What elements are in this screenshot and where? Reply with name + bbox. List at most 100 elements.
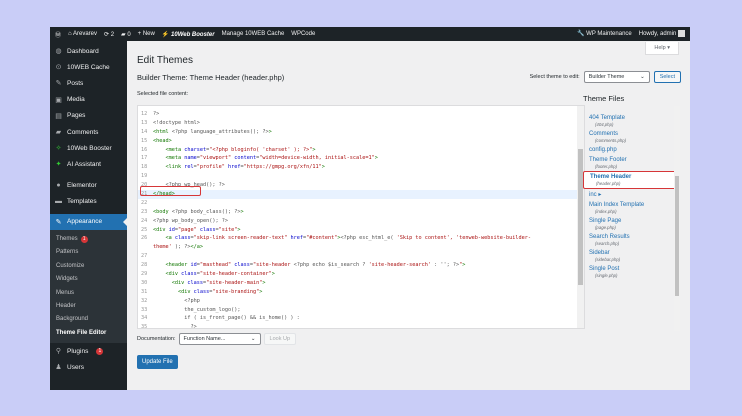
sidebar-item-media[interactable]: ▣Media xyxy=(50,92,127,108)
look-up-button[interactable]: Look Up xyxy=(264,333,297,345)
theme-file-label: 404 Template xyxy=(589,115,674,121)
submenu-theme-file-editor[interactable]: Theme File Editor xyxy=(50,327,127,340)
10web-cache-icon: ⊙ xyxy=(55,63,62,71)
theme-file-item[interactable]: Main Index Template(index.php) xyxy=(583,200,680,216)
theme-file-name: (sidebar.php) xyxy=(589,257,674,262)
theme-file-item[interactable]: Theme Footer(footer.php) xyxy=(583,155,680,171)
sidebar-item-ai-assistant[interactable]: ✦AI Assistant xyxy=(50,156,127,172)
line-number: 27 xyxy=(141,252,153,261)
code-line: 21</head> xyxy=(138,190,584,199)
code-token: 'site-header-search' xyxy=(369,262,431,268)
help-button[interactable]: Help ▾ xyxy=(645,42,679,55)
sidebar-item-pages[interactable]: ▤Pages xyxy=(50,108,127,124)
line-number: 16 xyxy=(141,146,153,155)
wordpress-logo-icon[interactable]: Ⓦ xyxy=(55,30,61,39)
sidebar-item-label: Users xyxy=(67,364,84,371)
files-scrollbar[interactable] xyxy=(674,106,680,331)
sidebar-item-templates[interactable]: ▬Templates xyxy=(50,194,127,210)
select-button[interactable]: Select xyxy=(654,71,681,83)
code-token: <?php language_attributes(); ?> xyxy=(172,129,269,135)
submenu-widgets[interactable]: Widgets xyxy=(50,273,127,286)
cache-link[interactable]: Manage 10WEB Cache xyxy=(222,31,285,37)
function-name-select[interactable]: Function Name...⌄ xyxy=(179,333,261,345)
code-line: 26 <a class="skip-link screen-reader-tex… xyxy=(138,234,584,243)
booster-link[interactable]: ⚡ 10Web Booster xyxy=(162,31,215,38)
site-name-link[interactable]: ⌂ Arevarev xyxy=(68,31,97,37)
elementor-icon: ● xyxy=(55,182,62,189)
line-number: 33 xyxy=(141,306,153,315)
sidebar-item-posts[interactable]: ✎Posts xyxy=(50,75,127,91)
page-title: Edit Themes xyxy=(137,55,193,66)
ai-assistant-icon: ✦ xyxy=(55,160,62,168)
theme-file-item[interactable]: inc ▸ xyxy=(583,189,680,200)
line-number: 23 xyxy=(141,208,153,217)
code-line: 29 <div class="site-header-container"> xyxy=(138,270,584,279)
code-token: "site" xyxy=(219,227,238,233)
submenu-customize[interactable]: Customize xyxy=(50,260,127,273)
theme-file-label: Search Results xyxy=(589,234,674,240)
maintenance-link[interactable]: 🔧 WP Maintenance xyxy=(577,30,632,37)
code-token: "viewport" xyxy=(200,155,234,161)
code-line: 35 ?> xyxy=(138,323,584,329)
sidebar-item-comments[interactable]: ▰Comments xyxy=(50,124,127,140)
theme-file-item[interactable]: Theme Header(header.php) xyxy=(583,171,680,189)
theme-file-name: (search.php) xyxy=(589,241,674,246)
theme-file-item[interactable]: config.php xyxy=(583,145,680,155)
sidebar-item-plugins[interactable]: ⚲Plugins1 xyxy=(50,343,127,359)
scrollbar-thumb[interactable] xyxy=(675,176,679,296)
howdy-label: Howdy, admin xyxy=(639,32,677,38)
line-number: 14 xyxy=(141,128,153,137)
code-line: 22 xyxy=(138,199,584,208)
maintenance-label: WP Maintenance xyxy=(586,31,632,37)
comments-link[interactable]: ▰ 0 xyxy=(121,31,131,38)
theme-file-item[interactable]: Single Post(single.php) xyxy=(583,264,680,280)
theme-file-item[interactable]: Search Results(search.php) xyxy=(583,232,680,248)
update-file-button[interactable]: Update File xyxy=(137,355,178,369)
line-number: 32 xyxy=(141,297,153,306)
comments-icon: ▰ xyxy=(55,128,62,136)
theme-select[interactable]: Builder Theme⌄ xyxy=(584,71,650,83)
theme-file-item[interactable]: Single Page(page.php) xyxy=(583,216,680,232)
sidebar-item-10web-cache[interactable]: ⊙10WEB Cache xyxy=(50,59,127,75)
theme-file-item[interactable]: 404 Template(404.php) xyxy=(583,113,680,129)
account-link[interactable]: Howdy, admin xyxy=(639,30,685,37)
sidebar-item-appearance[interactable]: ✎Appearance xyxy=(50,214,127,230)
code-token: <?php esc_html_e( xyxy=(340,235,396,241)
highlight-box xyxy=(140,186,201,196)
submenu-menus[interactable]: Menus xyxy=(50,287,127,300)
code-token: ?> xyxy=(153,111,159,117)
select-theme-label: Select theme to edit: xyxy=(530,74,580,80)
wpcode-link[interactable]: WPCode xyxy=(291,31,315,37)
code-token: class xyxy=(234,262,250,268)
submenu-header[interactable]: Header xyxy=(50,300,127,313)
submenu-patterns[interactable]: Patterns xyxy=(50,246,127,259)
code-token: "#content" xyxy=(306,235,337,241)
code-editor[interactable]: 12?>13<!doctype html>14<html <?php langu… xyxy=(137,105,585,329)
submenu-background[interactable]: Background xyxy=(50,313,127,326)
sidebar-item-dashboard[interactable]: ◍Dashboard xyxy=(50,43,127,59)
code-token xyxy=(153,164,166,170)
theme-file-label: Theme Header xyxy=(590,174,673,180)
sidebar-item-10web-booster[interactable]: ✧10Web Booster xyxy=(50,140,127,156)
submenu-themes[interactable]: Themes1 xyxy=(50,233,127,246)
code-token: <html xyxy=(153,129,172,135)
code-token xyxy=(153,147,166,153)
code-token: <?php xyxy=(153,298,200,304)
sidebar-item-elementor[interactable]: ●Elementor xyxy=(50,178,127,194)
comments-count: 0 xyxy=(127,32,130,38)
sidebar-item-label: Appearance xyxy=(67,218,102,225)
new-link[interactable]: + New xyxy=(138,31,155,37)
code-line: 32 <?php xyxy=(138,297,584,306)
code-token: > xyxy=(259,289,262,295)
code-token: content xyxy=(234,155,256,161)
sidebar-item-users[interactable]: ♟Users xyxy=(50,359,127,375)
theme-file-name: (404.php) xyxy=(589,122,674,127)
theme-file-name: (header.php) xyxy=(590,181,673,186)
updates-link[interactable]: ⟳ 2 xyxy=(104,31,114,38)
line-number: 19 xyxy=(141,172,153,181)
code-token: "https://gmpg.org/xfn/11" xyxy=(244,164,322,170)
theme-file-item[interactable]: Sidebar(sidebar.php) xyxy=(583,248,680,264)
theme-file-item[interactable]: Comments(comments.php) xyxy=(583,129,680,145)
code-token: > xyxy=(240,209,243,215)
submenu-label: Themes xyxy=(56,236,78,242)
